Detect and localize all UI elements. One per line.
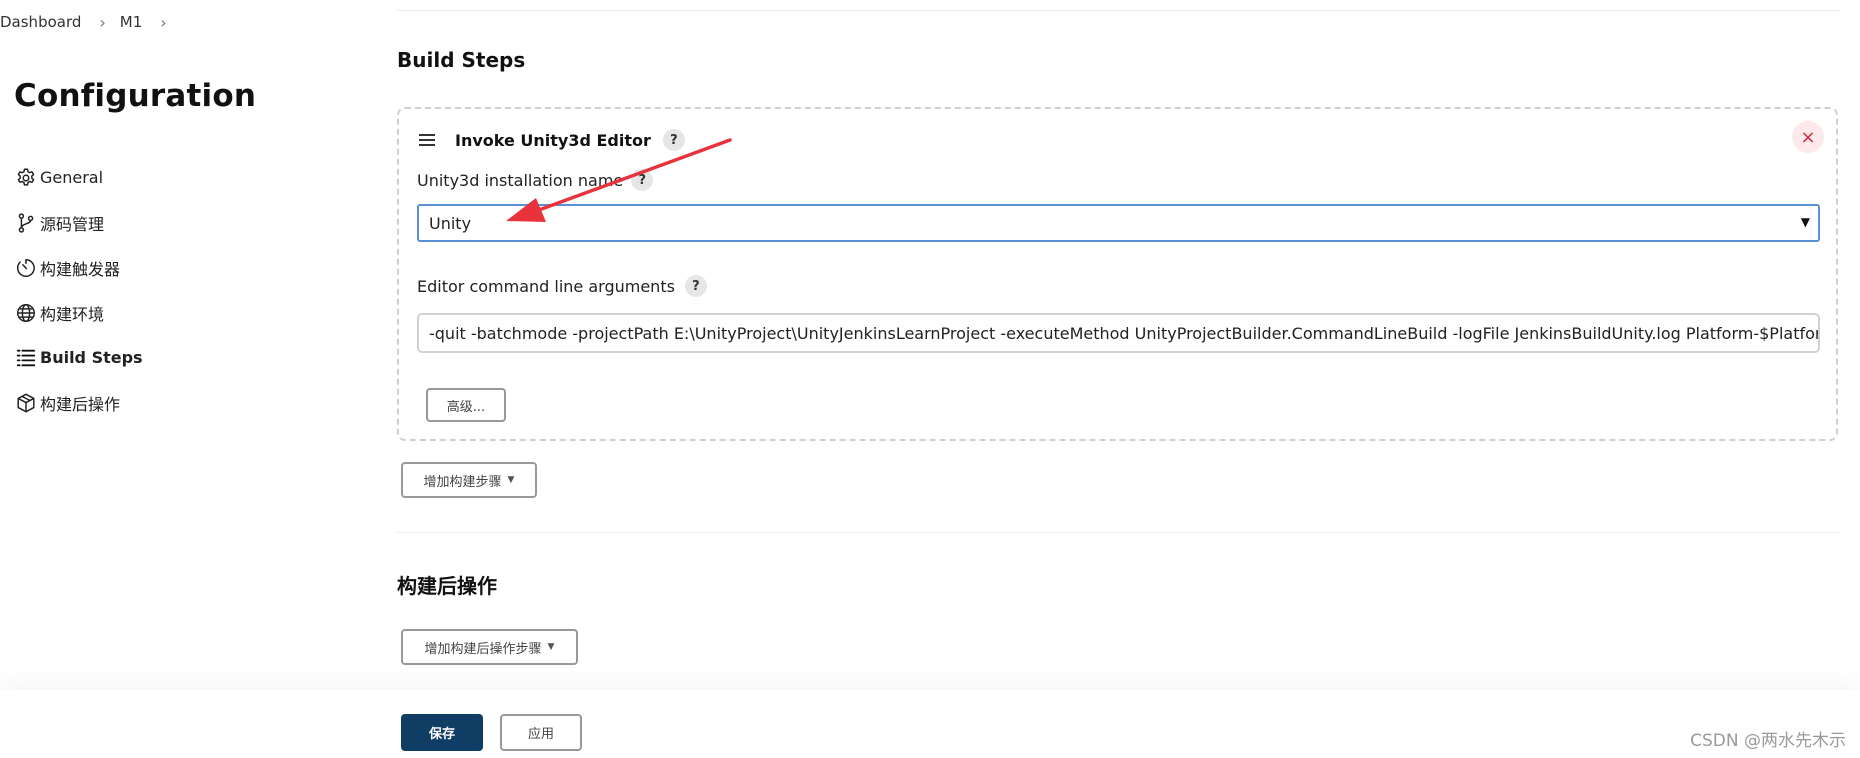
- section-title-post-build: 构建后操作: [397, 574, 497, 598]
- section-title-build-steps: Build Steps: [397, 48, 526, 72]
- add-build-step-button[interactable]: 增加构建步骤 ▼: [401, 462, 537, 498]
- sidebar-item-build-triggers[interactable]: 构建触发器: [14, 245, 314, 290]
- build-step-title: Invoke Unity3d Editor: [455, 130, 651, 150]
- sidebar-item-build-steps[interactable]: Build Steps: [14, 335, 314, 380]
- help-icon[interactable]: ?: [631, 169, 654, 191]
- installation-name-select[interactable]: Unity ▼: [417, 204, 1820, 242]
- build-step-header: Invoke Unity3d Editor ?: [417, 125, 685, 155]
- add-post-build-step-label: 增加构建后操作步骤: [424, 641, 542, 657]
- breadcrumb-m1[interactable]: M1: [120, 13, 143, 31]
- installation-name-label-text: Unity3d installation name: [417, 170, 624, 190]
- breadcrumb-dashboard[interactable]: Dashboard: [0, 13, 81, 31]
- command-args-label-text: Editor command line arguments: [417, 276, 675, 296]
- advanced-button[interactable]: 高级...: [426, 388, 506, 422]
- command-args-value: -quit -batchmode -projectPath E:\UnityPr…: [429, 323, 1820, 343]
- sidebar-item-label: 构建环境: [40, 304, 105, 324]
- sidebar-item-build-environment[interactable]: 构建环境: [14, 290, 314, 335]
- sidebar-item-label: 源码管理: [40, 214, 105, 234]
- add-build-step-label: 增加构建步骤: [423, 474, 502, 490]
- git-branch-icon: [14, 211, 38, 235]
- sidebar-item-label: General: [40, 168, 104, 187]
- package-icon: [14, 391, 38, 415]
- watermark-text: CSDN @两水先木示: [1690, 731, 1846, 751]
- sidebar-item-post-build[interactable]: 构建后操作: [14, 380, 314, 425]
- build-step-card: Invoke Unity3d Editor ? × Unity3d instal…: [397, 107, 1838, 441]
- sidebar-item-general[interactable]: General: [14, 155, 314, 200]
- sidebar: General 源码管理 构建触发器 构建环境 Build Steps 构建后操…: [14, 155, 314, 425]
- sidebar-item-source-control[interactable]: 源码管理: [14, 200, 314, 245]
- caret-down-icon: ▼: [1800, 215, 1810, 229]
- sidebar-item-label: Build Steps: [40, 348, 143, 367]
- globe-icon: [14, 301, 38, 325]
- help-icon[interactable]: ?: [684, 275, 707, 297]
- top-divider: [397, 10, 1840, 11]
- gear-icon: [14, 166, 38, 190]
- installation-name-label: Unity3d installation name ?: [417, 169, 654, 191]
- apply-button[interactable]: 应用: [500, 714, 582, 751]
- timer-icon: [14, 256, 38, 280]
- add-post-build-step-button[interactable]: 增加构建后操作步骤 ▼: [401, 629, 578, 665]
- command-args-label: Editor command line arguments ?: [417, 275, 707, 297]
- breadcrumb: Dashboard › M1 ›: [0, 12, 181, 32]
- chevron-right-icon[interactable]: ›: [160, 13, 166, 32]
- caret-down-icon: ▼: [547, 642, 555, 652]
- help-icon[interactable]: ?: [662, 129, 685, 151]
- bottom-action-bar: [0, 690, 1860, 758]
- caret-down-icon: ▼: [507, 475, 515, 485]
- delete-step-button[interactable]: ×: [1792, 121, 1824, 153]
- installation-name-value: Unity: [429, 213, 472, 233]
- sidebar-item-label: 构建后操作: [40, 394, 121, 414]
- chevron-right-icon: ›: [99, 12, 106, 32]
- list-icon: [14, 346, 38, 370]
- save-button[interactable]: 保存: [401, 714, 483, 751]
- page-title: Configuration: [14, 78, 257, 114]
- sidebar-item-label: 构建触发器: [40, 259, 121, 279]
- section-divider: [397, 532, 1840, 533]
- command-args-input[interactable]: -quit -batchmode -projectPath E:\UnityPr…: [417, 313, 1820, 353]
- drag-handle-icon[interactable]: [417, 132, 437, 148]
